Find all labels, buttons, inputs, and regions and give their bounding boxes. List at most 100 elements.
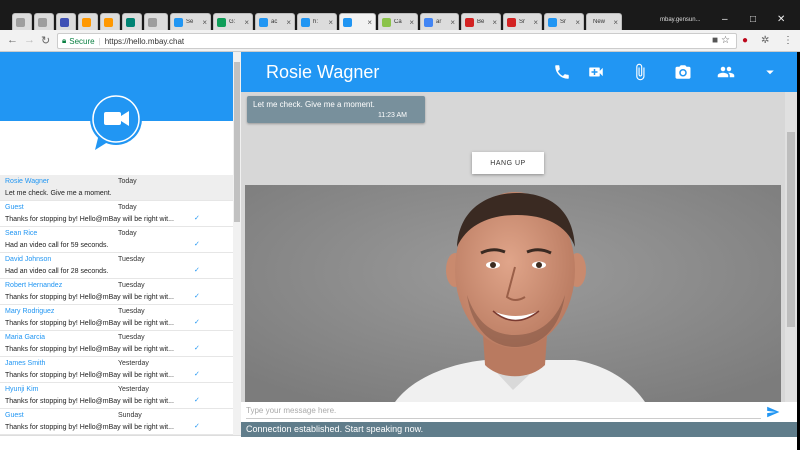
bookmark-star-icon[interactable]: ☆: [721, 35, 730, 46]
read-check-icon: ✓: [194, 319, 200, 326]
profile-name[interactable]: mbay.gensun...: [660, 17, 701, 23]
contact-item[interactable]: Robert Hernandez Tuesday Thanks for stoppi…: [0, 279, 233, 305]
menu-icon[interactable]: ⋮: [783, 35, 793, 46]
yelp-icon: [507, 17, 516, 27]
status-text: Connection established. Start speaking n…: [246, 424, 424, 434]
message-bubble: Let me check. Give me a moment. 11:23 AM: [247, 96, 425, 123]
browser-tab[interactable]: [144, 13, 168, 30]
browser-tab[interactable]: ar ×: [420, 13, 459, 30]
read-check-icon: ✓: [194, 293, 200, 300]
yelp-icon: [465, 17, 474, 27]
tab-close-icon[interactable]: ×: [367, 18, 372, 27]
separator: |: [98, 36, 101, 46]
chat-app: Rosie Wagner Today Let me check. Give me a…: [0, 52, 800, 450]
tab-close-icon[interactable]: ×: [533, 18, 538, 27]
send-icon[interactable]: [766, 405, 780, 419]
contact-name: Guest: [5, 204, 24, 211]
browser-tab[interactable]: Sr ×: [544, 13, 584, 30]
contact-last-message: Had an video call for 28 seconds.: [5, 268, 109, 275]
contact-last-message: Thanks for stopping by! Hello@mBay will …: [5, 424, 174, 431]
browser-tab[interactable]: ×: [339, 13, 376, 30]
address-bar[interactable]: 🔒︎ Secure | https://hello.mbay.chat ■ ☆: [57, 33, 737, 49]
contact-last-message: Let me check. Give me a moment.: [5, 190, 112, 197]
contact-time: Tuesday: [118, 308, 145, 315]
close-window-icon[interactable]: ✕: [777, 14, 785, 25]
camera-permission-icon[interactable]: ■: [712, 35, 718, 46]
contact-time: Today: [118, 204, 137, 211]
phone-icon[interactable]: [553, 63, 571, 81]
tab-close-icon[interactable]: ×: [244, 18, 249, 27]
browser-tab[interactable]: [122, 13, 142, 30]
arrow-icon: [382, 17, 391, 27]
video-call-icon[interactable]: [587, 63, 605, 81]
browser-tab[interactable]: [12, 13, 32, 30]
tab-close-icon[interactable]: ×: [286, 18, 291, 27]
browser-tab-strip: Se × G: × ac × h: × × Ca × ar × Be × Sr × Sr × New × mbay.ge…: [0, 0, 800, 30]
contact-time: Today: [118, 178, 137, 185]
message-input[interactable]: [246, 403, 761, 419]
browser-tab[interactable]: h: ×: [297, 13, 337, 30]
contact-item[interactable]: Rosie Wagner Today Let me check. Give me a…: [0, 175, 233, 201]
forward-icon[interactable]: →: [24, 34, 35, 46]
tab-close-icon[interactable]: ×: [409, 18, 414, 27]
url-text[interactable]: https://hello.mbay.chat: [105, 37, 184, 46]
more-dropdown-icon[interactable]: [761, 63, 779, 81]
app-icon: [60, 17, 69, 27]
browser-tab[interactable]: Sr ×: [503, 13, 542, 30]
camera-icon[interactable]: [674, 63, 692, 81]
tab-close-icon[interactable]: ×: [328, 18, 333, 27]
sidebar-scroll-thumb[interactable]: [234, 62, 240, 222]
contact-item[interactable]: David Johnson Tuesday Had an video call fo…: [0, 253, 233, 279]
pinterest-icon[interactable]: ●: [742, 35, 748, 46]
browser-tab[interactable]: G: ×: [213, 13, 253, 30]
attachment-icon[interactable]: [631, 63, 649, 81]
contact-title: Rosie Wagner: [266, 62, 380, 82]
contact-item[interactable]: Hyunji Kim Yesterday Thanks for stopping b…: [0, 383, 233, 409]
contact-item[interactable]: Guest Today Thanks for stopping by! Hello@…: [0, 201, 233, 227]
chat-scrollbar[interactable]: [785, 92, 797, 402]
chat-scroll-thumb[interactable]: [787, 132, 795, 327]
participants-icon[interactable]: [717, 63, 735, 81]
video-feed: [245, 185, 781, 402]
contact-name: Mary Rodriguez: [5, 308, 55, 315]
minimize-icon[interactable]: –: [722, 14, 728, 25]
tab-title: ac: [271, 19, 278, 25]
address-toolbar: ← → ↻ 🔒︎ Secure | https://hello.mbay.cha…: [0, 30, 800, 52]
sidebar-scrollbar[interactable]: [233, 52, 241, 435]
contact-item[interactable]: Guest Sunday Thanks for stopping by! Hello…: [0, 409, 233, 435]
tab-close-icon[interactable]: ×: [450, 18, 455, 27]
connection-status-bar: Connection established. Start speaking n…: [241, 422, 797, 437]
contact-last-message: Thanks for stopping by! Hello@mBay will …: [5, 216, 174, 223]
browser-tab[interactable]: [100, 13, 120, 30]
browser-tab[interactable]: New ×: [586, 13, 622, 30]
contact-list: Rosie Wagner Today Let me check. Give me a…: [0, 175, 233, 435]
browser-tab[interactable]: Be ×: [461, 13, 501, 30]
browser-tab[interactable]: [78, 13, 98, 30]
compose-bar: [241, 402, 797, 422]
reload-icon[interactable]: ↻: [41, 34, 50, 47]
sidebar: Rosie Wagner Today Let me check. Give me a…: [0, 52, 233, 435]
contact-item[interactable]: James Smith Yesterday Thanks for stopping …: [0, 357, 233, 383]
tab-close-icon[interactable]: ×: [575, 18, 580, 27]
tab-title: ar: [436, 19, 442, 25]
hang-up-button[interactable]: HANG UP: [472, 152, 544, 174]
browser-tab[interactable]: Se ×: [170, 13, 211, 30]
browser-tab[interactable]: ac ×: [255, 13, 295, 30]
contact-item[interactable]: Sean Rice Today Had an video call for 59 s…: [0, 227, 233, 253]
read-check-icon: ✓: [194, 215, 200, 222]
tab-close-icon[interactable]: ×: [202, 18, 207, 27]
contact-item[interactable]: Mary Rodriguez Tuesday Thanks for stopping…: [0, 305, 233, 331]
back-icon[interactable]: ←: [7, 34, 18, 46]
tab-close-icon[interactable]: ×: [492, 18, 497, 27]
browser-tab[interactable]: Ca ×: [378, 13, 418, 30]
tab-close-icon[interactable]: ×: [613, 18, 618, 27]
contact-time: Tuesday: [118, 334, 145, 341]
contact-item[interactable]: Maria Garcia Tuesday Thanks for stopping b…: [0, 331, 233, 357]
mbay-icon: [301, 17, 310, 27]
bing-icon: [126, 17, 135, 27]
maximize-icon[interactable]: □: [750, 14, 756, 25]
browser-tab[interactable]: [56, 13, 76, 30]
extension-gear-icon[interactable]: ✲: [761, 35, 769, 46]
browser-tab[interactable]: [34, 13, 54, 30]
mbay-icon: [343, 17, 352, 27]
